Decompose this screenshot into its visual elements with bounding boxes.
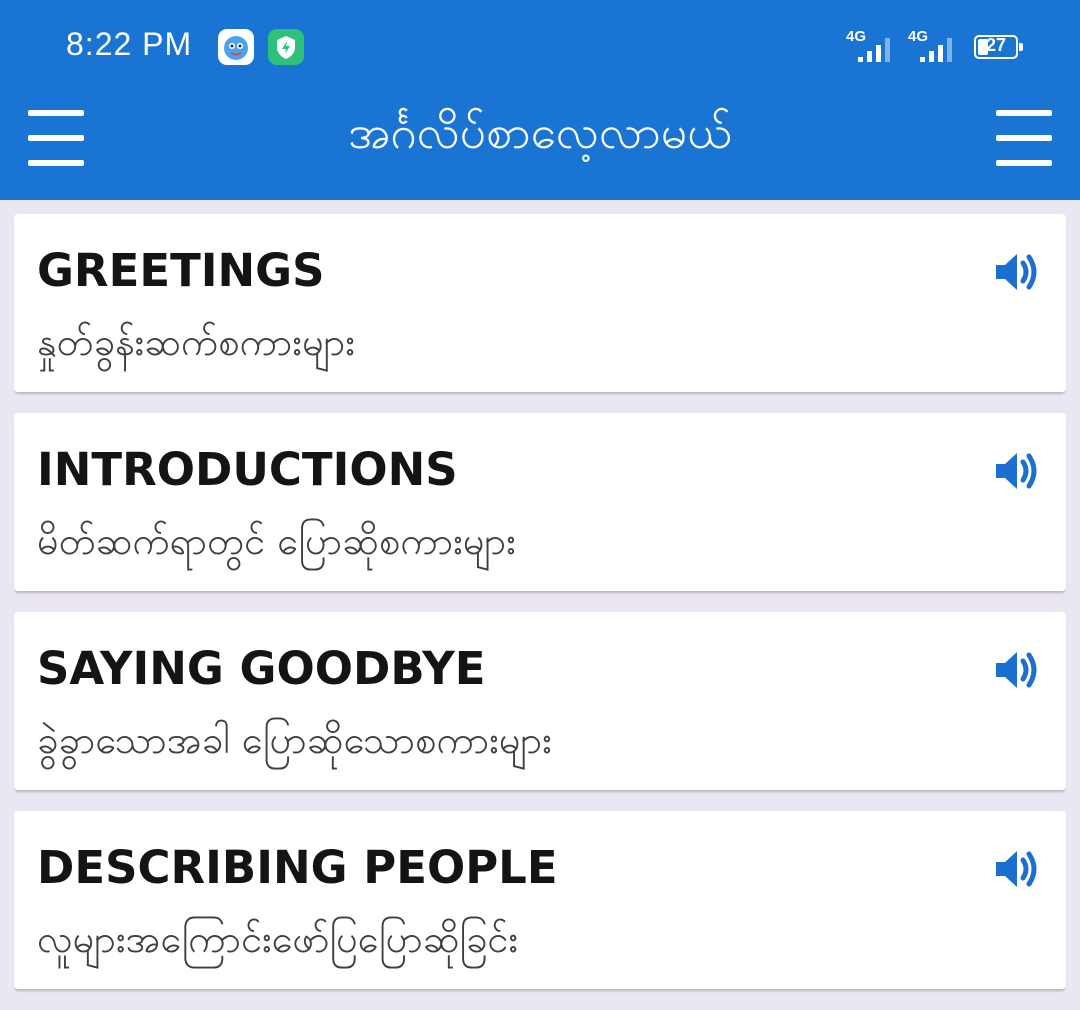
speaker-icon[interactable] (992, 250, 1040, 294)
lesson-subtitle: လူများအကြောင်းဖော်ပြပြောဆိုခြင်း (37, 917, 519, 961)
speaker-icon[interactable] (992, 847, 1040, 891)
status-time: 8:22 PM (66, 26, 193, 62)
cellular-signal-icon: 4G (846, 28, 906, 64)
lesson-subtitle: ခွဲခွာသောအခါ ပြောဆိုသောစကားများ (37, 718, 552, 762)
lesson-title: SAYING GOODBYE (37, 642, 486, 695)
battery-icon: 27 (974, 35, 1023, 59)
shield-notification-icon (268, 29, 304, 65)
app-title: အင်္ဂလိပ်စာလေ့လာမယ် (348, 105, 732, 159)
lesson-card-saying-goodbye[interactable]: SAYING GOODBYE ခွဲခွာသောအခါ ပြောဆိုသောစက… (14, 612, 1066, 790)
lesson-card-greetings[interactable]: GREETINGS နှုတ်ခွန်းဆက်စကားများ (14, 214, 1066, 392)
lesson-title: GREETINGS (37, 244, 325, 297)
hamburger-menu-icon[interactable] (28, 110, 84, 166)
lesson-subtitle: မိတ်ဆက်ရာတွင် ပြောဆိုစကားများ (37, 519, 516, 563)
lesson-card-introductions[interactable]: INTRODUCTIONS မိတ်ဆက်ရာတွင် ပြောဆိုစကားမ… (14, 413, 1066, 591)
lesson-title: DESCRIBING PEOPLE (37, 841, 558, 894)
speaker-icon[interactable] (992, 648, 1040, 692)
battery-level: 27 (985, 35, 1007, 55)
notification-app-icon (218, 29, 254, 65)
lesson-list: GREETINGS နှုတ်ခွန်းဆက်စကားများ INTRODUC… (14, 214, 1066, 1010)
app-bar: 8:22 PM 4G 4G 27 အင်္ဂလိပ်စာလေ့လာမယ် (0, 0, 1080, 200)
hamburger-menu-icon-right[interactable] (996, 110, 1052, 166)
speaker-icon[interactable] (992, 449, 1040, 493)
lesson-title: INTRODUCTIONS (37, 443, 458, 496)
lesson-card-describing-people[interactable]: DESCRIBING PEOPLE လူများအကြောင်းဖော်ပြပြ… (14, 811, 1066, 989)
cellular-signal-icon-2: 4G (908, 28, 968, 64)
lesson-subtitle: နှုတ်ခွန်းဆက်စကားများ (37, 320, 356, 364)
